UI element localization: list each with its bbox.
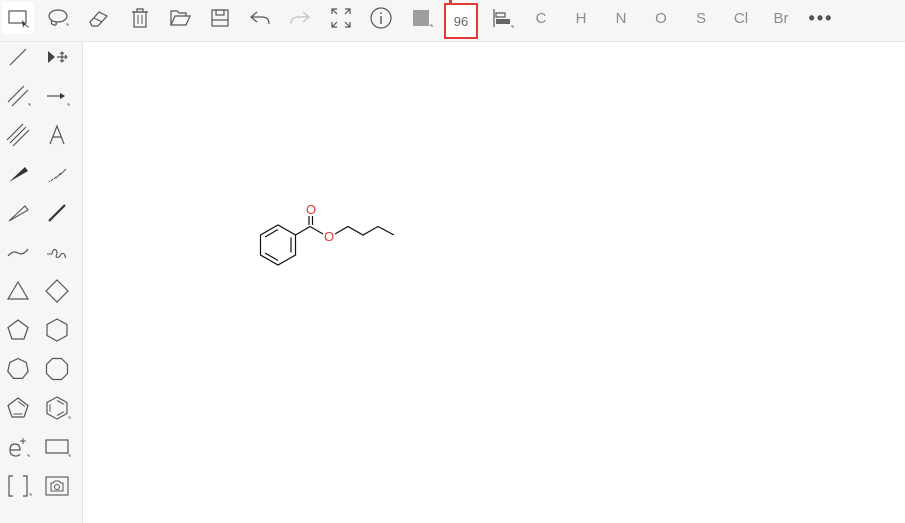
double-bond-icon [7,85,31,107]
save-icon [211,9,229,27]
info-button[interactable] [365,2,397,34]
hash-bond-tool[interactable] [39,156,75,192]
folder-open-icon [170,10,191,26]
align-left-icon [493,9,514,28]
wedge-bond-icon [9,167,28,182]
atom-h-button[interactable]: H [565,2,597,34]
chain-wave-icon [7,248,29,257]
chain-tool[interactable] [0,234,36,270]
diamond-icon [45,279,69,303]
ester-bond [309,225,324,235]
benzene-ring-bonds [259,224,297,266]
triple-bond-tool[interactable] [0,117,36,153]
fullscreen-button[interactable] [325,2,357,34]
text-a-icon [49,124,65,145]
pentagon-icon [7,319,29,340]
atom-cl-button[interactable]: Cl [725,2,757,34]
screenshot-tool[interactable] [39,468,75,504]
text-tool[interactable] [39,117,75,153]
atom-c-button[interactable]: C [525,2,557,34]
rectangle-shape-tool[interactable] [39,429,75,465]
hexagon-ring-tool[interactable] [39,312,75,348]
carbonyl-double-bond [308,216,314,225]
undo-button[interactable] [244,2,276,34]
drawing-canvas[interactable]: O O [83,42,905,523]
atom-o-button[interactable]: O [645,2,677,34]
triangle-ring-tool[interactable] [0,273,36,309]
select-tool-button[interactable] [2,2,34,34]
save-button[interactable] [204,2,236,34]
eraser-button[interactable] [82,2,114,34]
heptagon-icon [7,357,29,379]
butyl-chain [334,225,395,236]
undo-icon [250,11,270,25]
octagon-icon [45,357,69,381]
cyclopentadiene-tool[interactable] [0,390,36,426]
ring-carbonyl-bond [295,225,311,236]
triangle-icon [6,280,30,300]
butyl-benzoate-molecule: O O [259,202,395,266]
bold-bond-tool[interactable] [39,195,75,231]
wavy-bond-tool[interactable] [39,234,75,270]
triple-bond-icon [6,123,30,147]
redo-icon [290,11,310,25]
atom-s-button[interactable]: S [685,2,717,34]
bracket-icon [8,475,32,497]
octagon-ring-tool[interactable] [39,351,75,387]
double-bond-tool[interactable] [0,78,36,114]
redo-button[interactable] [284,2,316,34]
zoom-level-field[interactable]: 96 [444,3,478,39]
trash-icon [132,8,148,28]
align-button[interactable] [486,2,518,34]
benzene-icon [46,396,71,420]
charge-tool[interactable] [0,429,36,465]
hollow-wedge-icon [8,205,29,222]
clear-canvas-button[interactable] [124,2,156,34]
ester-oxygen-label: O [324,229,334,244]
rectangle-icon [45,439,71,457]
move-arrows-icon [48,51,68,63]
wedge-bond-tool[interactable] [0,156,36,192]
color-picker-button[interactable] [405,2,437,34]
lasso-icon [48,9,69,26]
single-bond-icon [9,48,27,66]
arrow-right-icon [47,93,70,106]
left-toolbar [0,42,83,523]
atom-n-button[interactable]: N [605,2,637,34]
carbonyl-oxygen-label: O [306,202,316,217]
hexagon-icon [46,318,68,342]
move-tool[interactable] [39,39,75,75]
benzene-ring-tool[interactable] [39,390,75,426]
bold-wedge-tool[interactable] [0,195,36,231]
fullscreen-icon [331,8,351,28]
color-square-icon [413,10,433,27]
bracket-tool[interactable] [0,468,36,504]
lasso-tool-button[interactable] [42,2,74,34]
single-bond-tool[interactable] [0,39,36,75]
rectangle-select-icon [8,10,29,28]
heptagon-ring-tool[interactable] [0,351,36,387]
open-file-button[interactable] [164,2,196,34]
electron-charge-icon [9,438,30,457]
benzene-inner-bonds [264,228,292,262]
top-toolbar: 96 C H N O S Cl Br ••• [0,0,905,42]
wavy-bond-icon [47,248,66,259]
camera-icon [45,476,69,496]
info-icon [370,7,392,29]
eraser-icon [89,11,108,27]
bold-bond-icon [48,204,66,222]
more-atoms-button[interactable]: ••• [805,2,837,34]
arrow-tool[interactable] [39,78,75,114]
square-ring-tool[interactable] [39,273,75,309]
hash-bond-icon [48,168,67,183]
atom-br-button[interactable]: Br [765,2,797,34]
pentagon-ring-tool[interactable] [0,312,36,348]
cyclopentadiene-icon [7,397,29,418]
